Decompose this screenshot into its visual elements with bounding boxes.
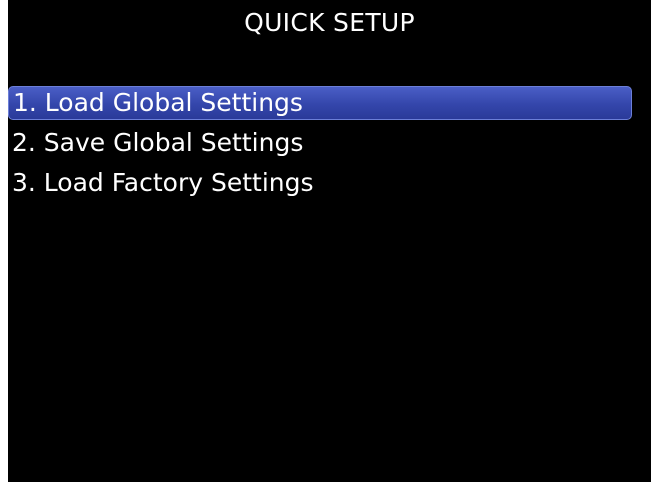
quick-setup-menu: 1. Load Global Settings 2. Save Global S… (8, 86, 651, 204)
screen-title: QUICK SETUP (244, 8, 415, 37)
menu-item-save-global-settings[interactable]: 2. Save Global Settings (8, 124, 651, 164)
menu-item-load-factory-settings[interactable]: 3. Load Factory Settings (8, 164, 651, 204)
menu-item-load-global-settings[interactable]: 1. Load Global Settings (8, 86, 632, 120)
device-screen: QUICK SETUP 1. Load Global Settings 2. S… (8, 0, 651, 482)
